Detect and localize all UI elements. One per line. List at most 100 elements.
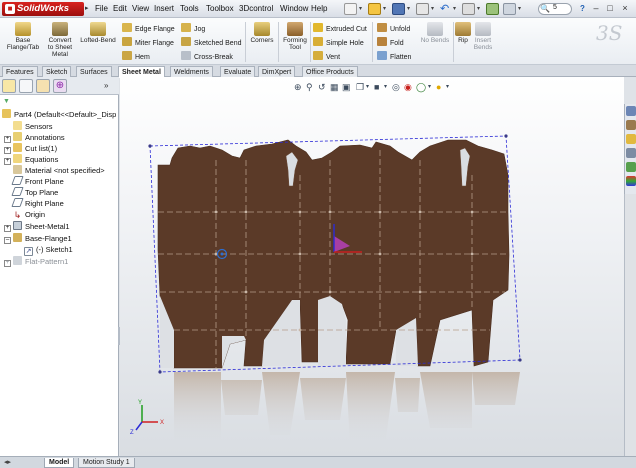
expand-icon[interactable]: +: [4, 260, 11, 267]
feature-tree-tab-icon[interactable]: [2, 79, 16, 93]
rip-button[interactable]: Rip: [455, 22, 471, 44]
tree-item-equations[interactable]: + Equations: [4, 154, 58, 165]
expand-icon[interactable]: +: [4, 147, 11, 154]
tab-surfaces[interactable]: Surfaces: [76, 66, 112, 77]
cross-break-button[interactable]: Cross-Break: [181, 51, 233, 62]
new-dropdown-icon[interactable]: ▾: [359, 5, 362, 12]
corners-button[interactable]: Corners: [248, 22, 276, 44]
tab-weldments[interactable]: Weldments: [170, 66, 213, 77]
tab-evaluate[interactable]: Evaluate: [220, 66, 256, 77]
solidworks-logo[interactable]: ■ SolidWorks: [2, 2, 84, 16]
forming-tool-button[interactable]: Forming Tool: [281, 22, 309, 51]
menu-help[interactable]: Help: [311, 4, 327, 13]
menu-tools[interactable]: Tools: [180, 4, 199, 13]
tree-item-part[interactable]: Part4 (Default<<Default>_Disp: [2, 109, 116, 120]
tab-dimxpert[interactable]: DimXpert: [258, 66, 296, 77]
tree-item-flat-pattern[interactable]: + Flat-Pattern1: [4, 256, 68, 267]
menu-file[interactable]: File: [95, 4, 108, 13]
apply-scene-dropdown-icon[interactable]: ▾: [428, 81, 431, 93]
logo-menu-arrow-icon[interactable]: ▸: [85, 4, 89, 12]
hem-button[interactable]: Hem: [122, 51, 150, 62]
select-dropdown-icon[interactable]: ▾: [477, 5, 480, 12]
close-icon[interactable]: ×: [619, 3, 631, 14]
tree-item-sketch[interactable]: ↗ (-) Sketch1: [24, 244, 73, 256]
tree-item-origin[interactable]: ↳ Origin: [13, 209, 45, 220]
view-orientation-dropdown-icon[interactable]: ▾: [366, 81, 369, 93]
sketched-bend-button[interactable]: Sketched Bend: [181, 37, 241, 48]
tree-item-annotations[interactable]: + Annotations: [4, 132, 65, 143]
tab-features[interactable]: Features: [2, 66, 38, 77]
dimxpert-manager-tab-icon[interactable]: ⊕: [53, 79, 67, 93]
options-icon[interactable]: [503, 3, 516, 15]
miter-flange-button[interactable]: Miter Flange: [122, 37, 174, 48]
tab-motion-study[interactable]: Motion Study 1: [78, 458, 135, 468]
property-manager-tab-icon[interactable]: [19, 79, 33, 93]
flatten-button[interactable]: Flatten: [377, 51, 411, 62]
extruded-cut-button[interactable]: Extruded Cut: [313, 23, 367, 34]
filter-icon[interactable]: ▼: [3, 98, 10, 105]
print-dropdown-icon[interactable]: ▾: [431, 5, 434, 12]
expand-icon[interactable]: +: [4, 136, 11, 143]
lofted-bend-button[interactable]: Lofted-Bend: [78, 22, 118, 44]
menu-window[interactable]: Window: [280, 4, 308, 13]
view-settings-dropdown-icon[interactable]: ▾: [446, 81, 449, 93]
vent-button[interactable]: Vent: [313, 51, 340, 62]
appearances-icon[interactable]: [626, 176, 636, 186]
tree-item-front-plane[interactable]: Front Plane: [11, 176, 64, 187]
tab-model[interactable]: Model: [44, 458, 75, 468]
dynamic-annotation-icon[interactable]: ▣: [342, 81, 351, 93]
menu-insert[interactable]: Insert: [154, 4, 174, 13]
menu-view[interactable]: View: [132, 4, 149, 13]
panel-expand-icon[interactable]: »: [104, 81, 108, 90]
print-icon[interactable]: [416, 3, 429, 15]
display-style-dropdown-icon[interactable]: ▾: [384, 81, 387, 93]
zoom-to-fit-icon[interactable]: ⊕: [294, 81, 302, 93]
help-icon[interactable]: ?: [580, 4, 585, 13]
hide-show-items-icon[interactable]: ◎: [392, 81, 400, 93]
tree-item-material[interactable]: Material <not specified>: [13, 165, 105, 176]
tree-item-top-plane[interactable]: Top Plane: [11, 187, 58, 198]
tab-scroll-icon[interactable]: ◂▸: [4, 458, 11, 466]
undo-icon[interactable]: ↶: [440, 3, 453, 15]
insert-bends-button[interactable]: Insert Bends: [471, 22, 495, 51]
edge-flange-button[interactable]: Edge Flange: [122, 23, 175, 34]
view-orientation-icon[interactable]: ❐: [356, 81, 364, 93]
tree-item-cut-list[interactable]: + Cut list(1): [4, 143, 57, 154]
restore-icon[interactable]: □: [604, 3, 616, 14]
configuration-manager-tab-icon[interactable]: [36, 79, 50, 93]
select-icon[interactable]: [462, 3, 475, 15]
new-document-icon[interactable]: [344, 3, 357, 15]
previous-view-icon[interactable]: ↺: [318, 81, 326, 93]
menu-toolbox[interactable]: Toolbox: [206, 4, 234, 13]
tree-item-sensors[interactable]: Sensors: [13, 121, 53, 132]
undo-dropdown-icon[interactable]: ▾: [453, 5, 456, 12]
no-bends-button[interactable]: No Bends: [418, 22, 452, 44]
search-results-icon[interactable]: [626, 148, 636, 158]
file-explorer-icon[interactable]: [626, 134, 636, 144]
solidworks-resources-icon[interactable]: [626, 106, 636, 116]
collapse-icon[interactable]: –: [4, 237, 11, 244]
view-palette-icon[interactable]: [626, 162, 636, 172]
tab-sketch[interactable]: Sketch: [42, 66, 72, 77]
menu-edit[interactable]: Edit: [113, 4, 127, 13]
expand-icon[interactable]: +: [4, 225, 11, 232]
tree-item-right-plane[interactable]: Right Plane: [11, 198, 64, 209]
open-dropdown-icon[interactable]: ▾: [383, 5, 386, 12]
rebuild-icon[interactable]: [486, 3, 499, 15]
minimize-icon[interactable]: –: [590, 3, 602, 14]
edit-appearance-icon[interactable]: ◉: [404, 81, 412, 93]
convert-to-sheet-metal-button[interactable]: Convert to Sheet Metal: [44, 22, 76, 58]
tree-item-sheet-metal[interactable]: + Sheet-Metal1: [4, 221, 70, 232]
apply-scene-icon[interactable]: ◯: [416, 81, 426, 93]
fold-button[interactable]: Fold: [377, 37, 404, 48]
unfold-button[interactable]: Unfold: [377, 23, 410, 34]
tab-office-products[interactable]: Office Products: [302, 66, 358, 77]
jog-button[interactable]: Jog: [181, 23, 205, 34]
save-icon[interactable]: [392, 3, 405, 15]
base-flange-button[interactable]: Base Flange/Tab: [3, 22, 43, 51]
display-style-icon[interactable]: ■: [374, 81, 379, 93]
design-library-icon[interactable]: [626, 120, 636, 130]
section-view-icon[interactable]: ▦: [330, 81, 339, 93]
graphics-area[interactable]: X Y Z: [120, 77, 624, 456]
options-dropdown-icon[interactable]: ▾: [518, 5, 521, 12]
